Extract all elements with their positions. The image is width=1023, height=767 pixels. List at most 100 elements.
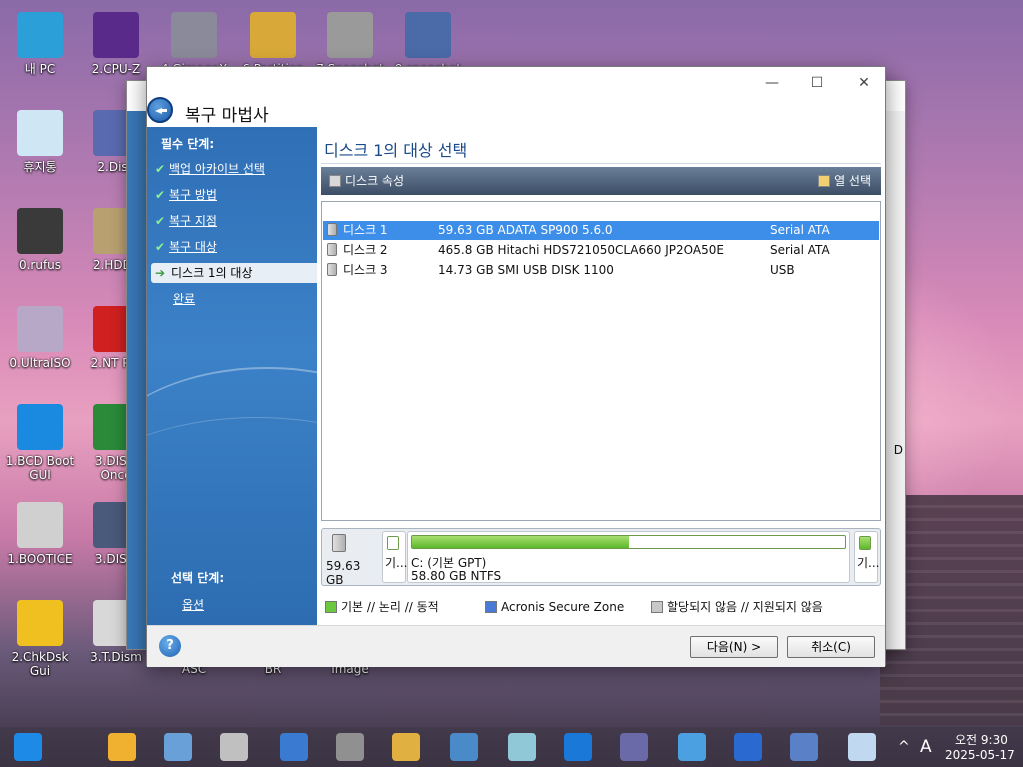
nav-step-finish[interactable]: 완료 xyxy=(173,289,317,309)
wizard-content: 디스크 1의 대상 선택 디스크 속성 열 선택 디스크 1 59.63 GB … xyxy=(317,127,885,625)
app-icon xyxy=(405,12,451,58)
maximize-button[interactable]: ☐ xyxy=(802,73,832,93)
disk-row[interactable]: 디스크 1 59.63 GB ADATA SP900 5.6.0 Serial … xyxy=(323,221,879,240)
nav-step-label: 백업 아카이브 선택 xyxy=(169,162,265,176)
partition-usage-bar xyxy=(411,535,846,549)
partition-map: 59.63 GB 기... C: (기본 GPT) 58.80 GB NTFS … xyxy=(321,528,881,587)
partition-label: 기... xyxy=(385,556,408,570)
taskbar-app-icon[interactable] xyxy=(848,733,876,761)
desktop-icon[interactable]: 2.CPU-Z xyxy=(80,12,152,76)
nav-step-target[interactable]: ✔ 복구 대상 xyxy=(155,237,317,257)
app-icon xyxy=(327,12,373,58)
help-icon[interactable]: ? xyxy=(159,635,181,657)
disk-toolbar: 디스크 속성 열 선택 xyxy=(321,167,881,195)
disk-properties-icon xyxy=(329,175,341,187)
start-icon[interactable] xyxy=(14,733,42,761)
nav-step-options[interactable]: 옵션 xyxy=(182,595,317,615)
nav-step-archive[interactable]: ✔ 백업 아카이브 선택 xyxy=(155,159,317,179)
partition-info: 58.80 GB NTFS xyxy=(411,569,502,583)
taskbar-app-icon[interactable] xyxy=(336,733,364,761)
background-window-sidebar xyxy=(127,111,147,649)
taskbar-app-icon[interactable] xyxy=(508,733,536,761)
partition-label: 기... xyxy=(857,556,880,570)
disk-interface: Serial ATA xyxy=(770,223,830,237)
desktop-icon[interactable]: 2.ChkDsk Gui xyxy=(4,600,76,678)
desktop-icon[interactable]: 0.UltraISO xyxy=(4,306,76,370)
next-button[interactable]: 다음(N) > xyxy=(690,636,778,658)
desktop-icon-label: 1.BCD Boot GUI xyxy=(5,454,75,482)
taskbar-app-icon[interactable] xyxy=(450,733,478,761)
taskbar-app-icon[interactable] xyxy=(790,733,818,761)
check-icon: ✔ xyxy=(155,188,166,202)
taskbar-app-icon[interactable] xyxy=(108,733,136,761)
nav-step-label: 복구 대상 xyxy=(169,240,217,254)
disk-row[interactable]: 디스크 2 465.8 GB Hitachi HDS721050CLA660 J… xyxy=(323,241,879,260)
desktop-icon[interactable]: 1.BCD Boot GUI xyxy=(4,404,76,482)
taskbar: ^ A 오전 9:30 2025-05-17 xyxy=(0,727,1023,767)
map-partition-c[interactable]: C: (기본 GPT) 58.80 GB NTFS xyxy=(407,531,850,583)
nav-step-method[interactable]: ✔ 복구 방법 xyxy=(155,185,317,205)
desktop-icon-label: 1.BOOTICE xyxy=(7,552,73,566)
app-icon xyxy=(17,404,63,450)
check-icon: ✔ xyxy=(155,162,166,176)
desktop-icon[interactable]: 1.BOOTICE xyxy=(4,502,76,566)
disk-name: 디스크 2 xyxy=(343,243,388,257)
ime-indicator[interactable]: A xyxy=(920,737,932,757)
desktop-icon[interactable]: 휴지통 xyxy=(4,110,76,174)
app-icon xyxy=(93,12,139,58)
clock-date[interactable]: 2025-05-17 xyxy=(945,748,1015,762)
taskbar-app-icon[interactable] xyxy=(392,733,420,761)
legend-swatch xyxy=(651,601,663,613)
legend-primary: 기본 // 논리 // 동적 xyxy=(325,599,439,615)
choose-columns-label: 열 선택 xyxy=(834,174,871,188)
required-steps-heading: 필수 단계: xyxy=(161,137,215,151)
partition-usage-fill xyxy=(412,536,629,548)
desktop-icon-label: 휴지통 xyxy=(23,160,57,174)
disk-name: 디스크 3 xyxy=(343,263,388,277)
nav-step-label: 옵션 xyxy=(182,598,205,612)
nav-step-label: 디스크 1의 대상 xyxy=(171,266,253,280)
desktop-icon[interactable]: 내 PC xyxy=(4,12,76,76)
app-icon xyxy=(17,502,63,548)
taskbar-app-icon[interactable] xyxy=(678,733,706,761)
desktop-icon-label: 2.CPU-Z xyxy=(91,62,141,76)
nav-step-disk1-target[interactable]: ➔ 디스크 1의 대상 xyxy=(151,263,317,283)
minimize-button[interactable]: — xyxy=(757,73,787,93)
clock-time[interactable]: 오전 9:30 xyxy=(955,731,1008,748)
check-icon: ✔ xyxy=(155,240,166,254)
taskbar-app-icon[interactable] xyxy=(734,733,762,761)
legend-unallocated: 할당되지 않음 // 지원되지 않음 xyxy=(651,599,823,615)
back-arrow-icon[interactable] xyxy=(147,97,173,123)
nav-step-point[interactable]: ✔ 복구 지점 xyxy=(155,211,317,231)
choose-columns-button[interactable]: 열 선택 xyxy=(818,173,871,189)
disk-icon xyxy=(327,263,337,276)
nav-step-label: 복구 지점 xyxy=(169,214,217,228)
map-disk-cell: 59.63 GB xyxy=(324,531,380,587)
desktop-icon[interactable]: 0.rufus xyxy=(4,208,76,272)
taskbar-app-icon[interactable] xyxy=(564,733,592,761)
taskbar-app-icon[interactable] xyxy=(280,733,308,761)
arrow-right-icon: ➔ xyxy=(155,266,166,280)
disk-properties-button[interactable]: 디스크 속성 xyxy=(329,173,404,189)
taskbar-app-icon[interactable] xyxy=(620,733,648,761)
background-window-text: D xyxy=(893,443,903,457)
divider xyxy=(321,163,881,164)
app-icon xyxy=(17,600,63,646)
disk-icon xyxy=(327,243,337,256)
tray-chevron-icon[interactable]: ^ xyxy=(898,739,910,755)
disk-name: 디스크 1 xyxy=(343,223,388,237)
window-title: 복구 마법사 xyxy=(185,106,269,126)
disk-description: 14.73 GB SMI USB DISK 1100 xyxy=(438,263,614,277)
disk-row[interactable]: 디스크 3 14.73 GB SMI USB DISK 1100 USB xyxy=(323,261,879,280)
legend-swatch xyxy=(325,601,337,613)
taskbar-app-icon[interactable] xyxy=(220,733,248,761)
taskbar-app-icon[interactable] xyxy=(164,733,192,761)
recovery-wizard-window: 복구 마법사 — ☐ ✕ 필수 단계: ✔ 백업 아카이브 선택 ✔ 복구 방법 ✔… xyxy=(146,66,886,667)
desktop-icon-label: 3.T.Dism xyxy=(90,650,142,664)
disk-icon xyxy=(332,534,346,552)
map-partition-small-left[interactable]: 기... xyxy=(382,531,408,583)
map-partition-small-right[interactable]: 기... xyxy=(854,531,880,583)
partition-bar xyxy=(387,536,399,550)
cancel-button[interactable]: 취소(C) xyxy=(787,636,875,658)
close-button[interactable]: ✕ xyxy=(849,73,879,93)
